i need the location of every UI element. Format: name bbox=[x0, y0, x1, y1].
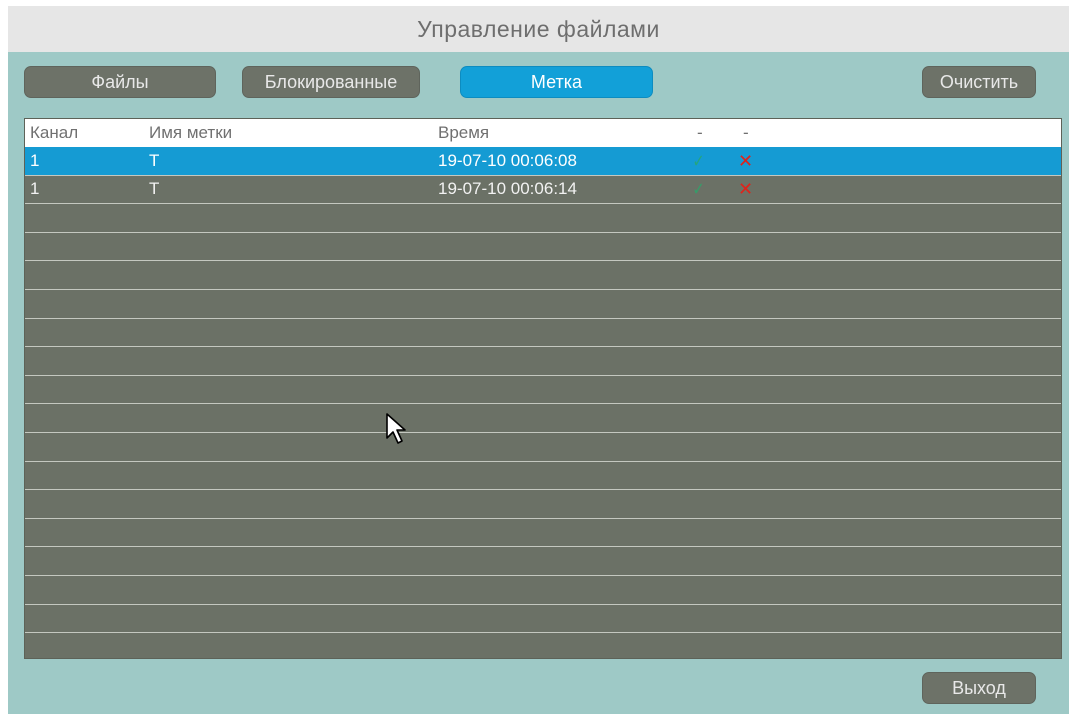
clear-button[interactable]: Очистить bbox=[922, 66, 1036, 98]
table-row[interactable]: 1 T 19-07-10 00:06:14 ✓ ✕ bbox=[25, 176, 1061, 205]
play-mark-button[interactable]: ✓ bbox=[691, 176, 706, 204]
marks-table: Канал Имя метки Время - - 1 T 19-07-10 0… bbox=[24, 118, 1062, 659]
play-mark-button[interactable]: ✓ bbox=[691, 147, 706, 175]
column-header-play: - bbox=[697, 123, 703, 142]
cross-icon: ✕ bbox=[738, 150, 754, 171]
table-row[interactable] bbox=[25, 547, 1061, 576]
column-header-time: Время bbox=[438, 123, 490, 142]
row-time: 19-07-10 00:06:08 bbox=[438, 150, 577, 170]
table-row[interactable] bbox=[25, 319, 1061, 348]
table-row[interactable] bbox=[25, 290, 1061, 319]
mouse-cursor-icon bbox=[386, 413, 406, 444]
table-row[interactable] bbox=[25, 433, 1061, 462]
cross-icon: ✕ bbox=[738, 179, 754, 200]
table-header: Канал Имя метки Время - - bbox=[25, 119, 1061, 147]
table-row[interactable] bbox=[25, 605, 1061, 634]
row-mark-name: T bbox=[149, 179, 160, 199]
table-row[interactable] bbox=[25, 519, 1061, 548]
exit-button[interactable]: Выход bbox=[922, 672, 1036, 704]
column-header-mark-name: Имя метки bbox=[149, 123, 233, 142]
table-row[interactable]: 1 T 19-07-10 00:06:08 ✓ ✕ bbox=[25, 147, 1061, 176]
tab-marks[interactable]: Метка bbox=[460, 66, 653, 98]
table-row[interactable] bbox=[25, 376, 1061, 405]
delete-mark-button[interactable]: ✕ bbox=[738, 176, 753, 204]
table-row[interactable] bbox=[25, 261, 1061, 290]
check-icon: ✓ bbox=[692, 179, 705, 200]
check-icon: ✓ bbox=[692, 150, 705, 171]
table-row[interactable] bbox=[25, 490, 1061, 519]
table-body: 1 T 19-07-10 00:06:08 ✓ ✕ 1 T 19-07-10 0… bbox=[25, 147, 1061, 658]
table-row[interactable] bbox=[25, 576, 1061, 605]
table-row[interactable] bbox=[25, 204, 1061, 233]
file-management-window: Управление файлами Файлы Блокированные М… bbox=[8, 6, 1069, 714]
column-header-channel: Канал bbox=[30, 123, 79, 142]
table-row[interactable] bbox=[25, 233, 1061, 262]
table-row[interactable] bbox=[25, 462, 1061, 491]
row-mark-name: T bbox=[149, 150, 160, 170]
row-channel: 1 bbox=[30, 150, 40, 170]
column-header-delete: - bbox=[743, 123, 749, 142]
row-channel: 1 bbox=[30, 179, 40, 199]
table-row[interactable] bbox=[25, 347, 1061, 376]
table-row[interactable] bbox=[25, 633, 1061, 658]
tab-locked[interactable]: Блокированные bbox=[242, 66, 420, 98]
table-row[interactable] bbox=[25, 404, 1061, 433]
tab-files[interactable]: Файлы bbox=[24, 66, 216, 98]
delete-mark-button[interactable]: ✕ bbox=[738, 147, 753, 175]
row-time: 19-07-10 00:06:14 bbox=[438, 179, 577, 199]
window-title: Управление файлами bbox=[8, 6, 1069, 52]
